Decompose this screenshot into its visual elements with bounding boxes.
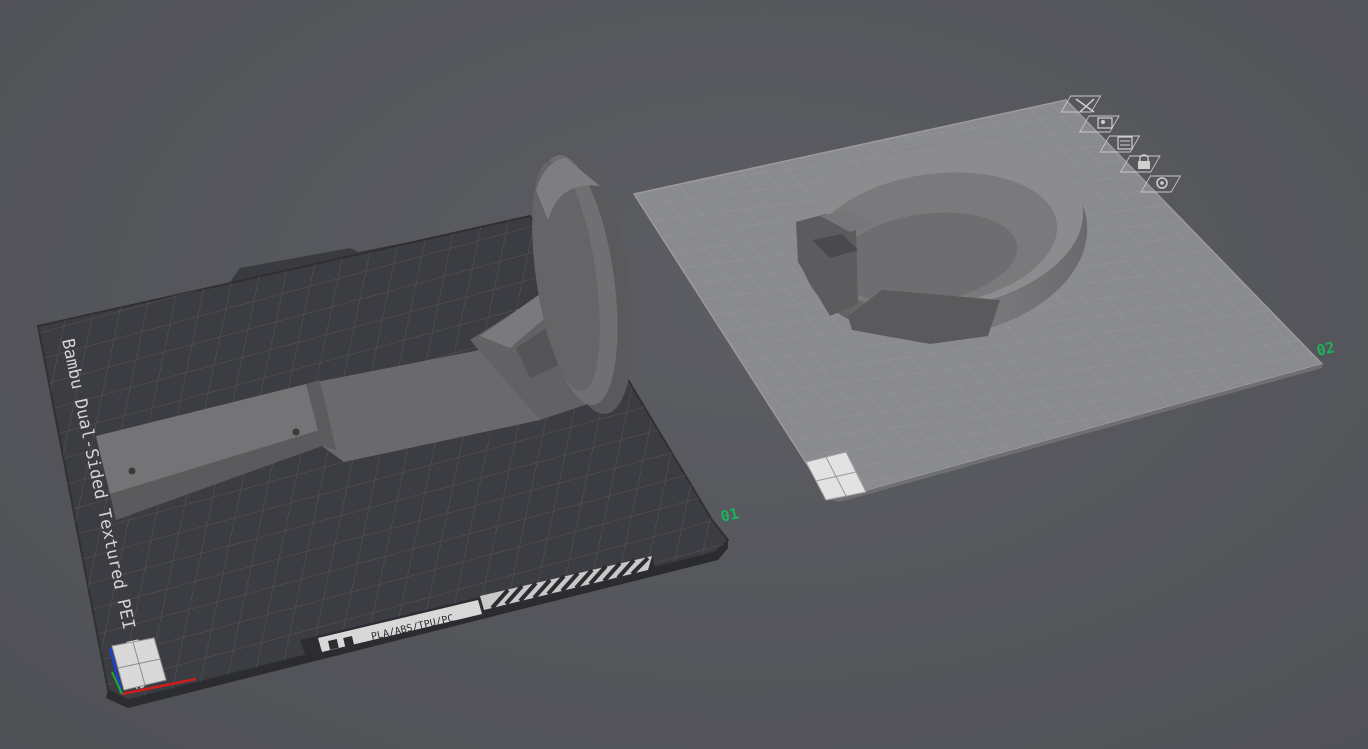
plate-02-number: 02	[1315, 338, 1337, 360]
arrange-icon	[1097, 117, 1113, 129]
3d-viewport[interactable]: PLA/ABS/TPU/PC Bambu Dual-Sided Textured…	[0, 0, 1368, 749]
close-icon	[1075, 98, 1095, 113]
lock-icon	[1138, 154, 1150, 169]
screw-hole-1	[128, 467, 136, 475]
screw-hole-2	[292, 428, 300, 436]
plate-01-number: 01	[719, 504, 741, 526]
orient-icon	[1117, 136, 1133, 150]
gear-icon	[1156, 177, 1168, 189]
